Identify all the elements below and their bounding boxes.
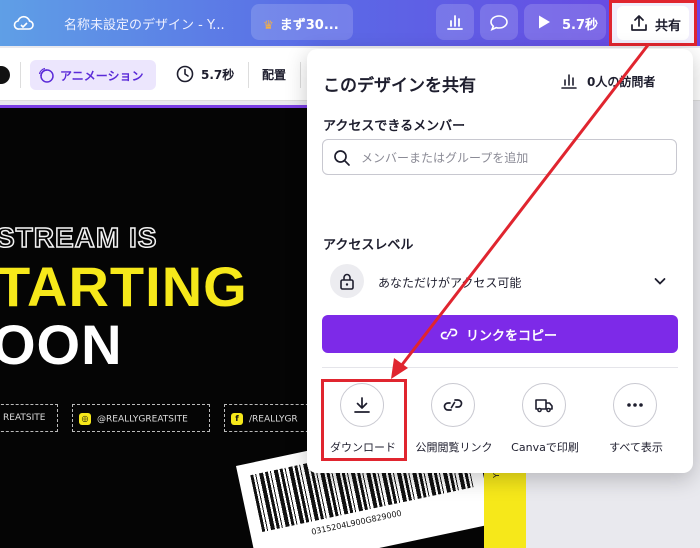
show-all-label: すべて表示 [609, 441, 663, 454]
toolbar-divider [248, 62, 249, 88]
member-search[interactable] [322, 139, 677, 175]
share-button[interactable]: 共有 [617, 6, 689, 40]
public-link-button[interactable] [431, 383, 475, 427]
panel-divider [322, 367, 678, 368]
public-link-action[interactable]: 公開閲覧リンク [409, 383, 499, 463]
search-icon [334, 150, 350, 166]
trial-button[interactable]: ♛ まず30... [251, 4, 353, 40]
insights-button[interactable] [436, 4, 474, 40]
show-all-button[interactable] [613, 383, 657, 427]
truck-icon [535, 399, 553, 413]
share-panel-title: このデザインを共有 [323, 76, 476, 96]
duration-button[interactable]: 5.7秒 [201, 66, 234, 83]
visitors-count: 0人の訪問者 [587, 75, 656, 89]
copy-link-button[interactable]: リンクをコピー [322, 315, 678, 353]
chevron-down-icon [654, 278, 666, 285]
print-button[interactable] [522, 383, 566, 427]
trial-label: まず30... [279, 18, 339, 33]
download-highlight-box [321, 379, 407, 461]
facebook-icon: f [231, 413, 243, 425]
animation-button[interactable]: アニメーション [30, 60, 156, 90]
toolbar-divider [300, 62, 301, 88]
access-level-dropdown[interactable]: あなただけがアクセス可能 [322, 261, 678, 303]
comment-icon [490, 15, 508, 32]
upload-icon [631, 15, 647, 31]
social-handle-instagram[interactable]: ◎ @REALLYGREATSITE [72, 404, 210, 432]
share-label: 共有 [655, 19, 682, 34]
link-icon [440, 328, 458, 340]
public-link-label: 公開閲覧リンク [415, 441, 493, 454]
show-all-action[interactable]: すべて表示 [591, 383, 681, 463]
share-button-highlight: 共有 [609, 0, 697, 46]
access-level-value: あなただけがアクセス可能 [378, 276, 522, 290]
lock-icon-badge [330, 264, 364, 298]
copy-link-label: リンクをコピー [466, 329, 558, 344]
social-handle-facebook[interactable]: f/REALLYGR [224, 404, 314, 432]
design-text-soon[interactable]: OON [0, 312, 123, 377]
arrange-button[interactable]: 配置 [262, 66, 286, 83]
document-title[interactable]: 名称未設定のデザイン - Y... [64, 14, 234, 33]
instagram-icon: ◎ [79, 413, 91, 425]
more-icon [627, 403, 643, 407]
play-icon [539, 15, 550, 29]
link-icon [443, 399, 463, 411]
clock-icon [176, 65, 194, 83]
crown-icon: ♛ [263, 18, 274, 32]
design-text-starting[interactable]: TARTING [0, 254, 248, 319]
visitors-button[interactable]: 0人の訪問者 [561, 73, 655, 90]
toolbar-divider [20, 62, 21, 88]
member-search-input[interactable] [359, 146, 663, 170]
cloud-sync-icon[interactable] [12, 11, 36, 35]
bar-chart-icon [447, 15, 463, 30]
members-label: アクセスできるメンバー [323, 119, 466, 134]
social-handle-website[interactable]: REATSITE [0, 404, 58, 432]
lock-icon [340, 273, 354, 290]
design-text-stream[interactable]: STREAM IS [0, 221, 157, 254]
print-action[interactable]: Canvaで印刷 [500, 383, 590, 463]
play-button[interactable]: 5.7秒 [524, 4, 606, 40]
access-level-label: アクセスレベル [323, 238, 414, 253]
animation-icon [38, 67, 54, 83]
bar-chart-icon [561, 74, 577, 89]
print-label: Canvaで印刷 [511, 441, 579, 454]
comment-button[interactable] [480, 4, 518, 40]
play-duration: 5.7秒 [562, 18, 599, 33]
top-bar: 名称未設定のデザイン - Y... ♛ まず30... 5.7秒 共有 [0, 0, 700, 46]
color-swatch[interactable] [0, 66, 10, 84]
animation-label: アニメーション [60, 69, 144, 83]
